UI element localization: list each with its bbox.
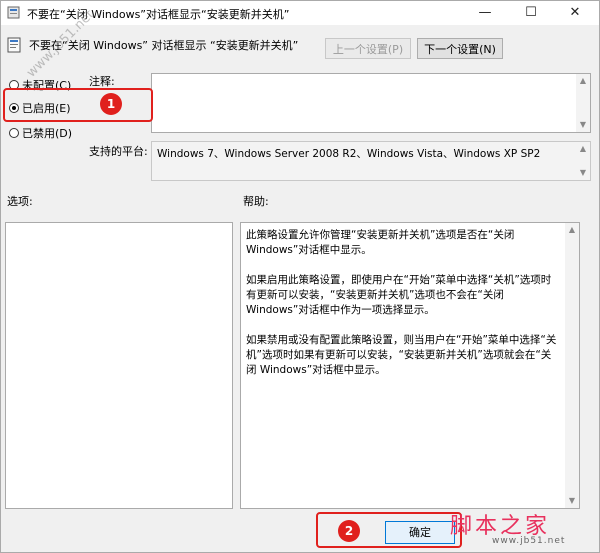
scroll-down-arrow-icon[interactable]: ▼: [576, 118, 590, 132]
supported-platforms-label: 支持的平台:: [89, 145, 148, 158]
platforms-scrollbar[interactable]: ▲ ▼: [576, 142, 590, 180]
policy-icon: [7, 6, 20, 19]
policy-dialog-window: 不要在“关闭 Windows”对话框显示“安装更新并关机” — ☐ ✕ 不要在“…: [0, 0, 600, 553]
next-setting-button[interactable]: 下一个设置(N): [417, 38, 503, 59]
radio-circle[interactable]: [9, 128, 19, 138]
supported-platforms-box: Windows 7、Windows Server 2008 R2、Windows…: [151, 141, 591, 181]
supported-platforms-value: Windows 7、Windows Server 2008 R2、Windows…: [157, 148, 541, 160]
help-pane: 此策略设置允许你管理“安装更新并关机”选项是否在“关闭 Windows”对话框中…: [240, 222, 580, 509]
annotation-badge-2: 2: [338, 520, 360, 542]
help-paragraph: 如果禁用或没有配置此策略设置，则当用户在“开始”菜单中选择“关机”选项时如果有更…: [246, 334, 557, 376]
options-pane: [5, 222, 233, 509]
comment-label: 注释:: [89, 75, 115, 88]
help-paragraph: 此策略设置允许你管理“安装更新并关机”选项是否在“关闭 Windows”对话框中…: [246, 229, 515, 256]
scroll-down-arrow-icon[interactable]: ▼: [565, 494, 579, 508]
minimize-button[interactable]: —: [463, 1, 507, 25]
previous-setting-button[interactable]: 上一个设置(P): [325, 38, 411, 59]
window-title: 不要在“关闭 Windows”对话框显示“安装更新并关机”: [27, 8, 290, 21]
help-paragraph: 如果启用此策略设置，即使用户在“开始”菜单中选择“关机”选项时有更新可以安装，“…: [246, 274, 552, 316]
radio-label: 已禁用(D): [22, 127, 73, 140]
comment-scrollbar[interactable]: ▲ ▼: [576, 74, 590, 132]
help-label: 帮助:: [243, 195, 269, 208]
radio-disabled[interactable]: 已禁用(D): [9, 125, 72, 141]
annotation-highlight-enabled: [3, 88, 153, 122]
comment-textarea[interactable]: ▲ ▼: [151, 73, 591, 133]
help-text: 此策略设置允许你管理“安装更新并关机”选项是否在“关闭 Windows”对话框中…: [246, 228, 561, 393]
close-button[interactable]: ✕: [553, 1, 597, 25]
maximize-button[interactable]: ☐: [509, 1, 553, 25]
watermark-url: www.jb51.net: [492, 536, 566, 546]
scroll-down-arrow-icon[interactable]: ▼: [576, 166, 590, 180]
policy-setting-icon: [7, 37, 21, 53]
scroll-up-arrow-icon[interactable]: ▲: [565, 223, 579, 237]
help-scrollbar[interactable]: ▲ ▼: [565, 223, 579, 508]
scroll-up-arrow-icon[interactable]: ▲: [576, 142, 590, 156]
annotation-badge-1: 1: [100, 93, 122, 115]
options-label: 选项:: [7, 195, 33, 208]
scroll-up-arrow-icon[interactable]: ▲: [576, 74, 590, 88]
